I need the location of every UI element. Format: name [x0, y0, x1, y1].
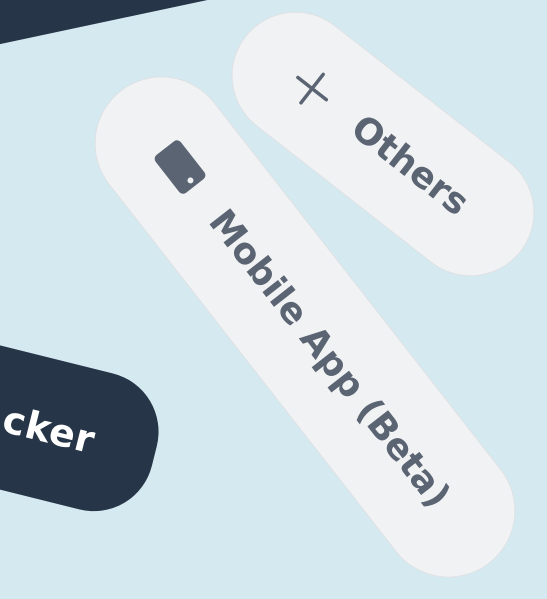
- plus-icon: [281, 58, 343, 120]
- dark-card-label: cker: [0, 397, 100, 463]
- dark-category-card-left[interactable]: cker: [0, 296, 172, 524]
- category-canvas: cker Others Mobile App (Beta): [0, 0, 547, 599]
- mobile-phone-icon: [150, 135, 210, 198]
- others-label: Others: [343, 106, 477, 224]
